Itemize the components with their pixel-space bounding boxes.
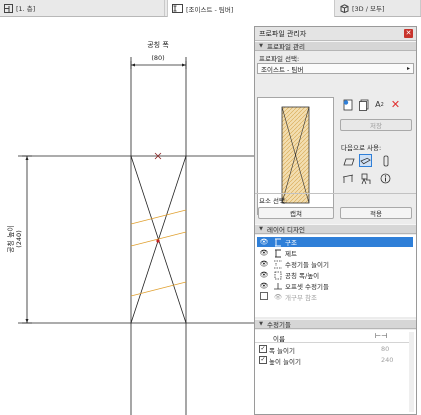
info-icon[interactable] [379,172,392,185]
tab-3d[interactable]: [3D / 모두] [336,0,421,16]
checkbox[interactable]: ✓ [259,356,267,364]
delete-icon[interactable]: ✕ [389,98,402,111]
hatch-line [130,231,187,247]
layer-row-structure[interactable]: 👁 구조 [257,237,413,247]
layer-label: 수정기들 늘이기 [285,261,329,269]
section-header-layer-design[interactable]: ▼ 레이어 디자인 [255,224,416,234]
layer-label: 구조 [285,239,297,247]
stretch-layer-icon [271,260,285,269]
rename-icon[interactable]: A2 [373,98,386,111]
checkbox[interactable]: ✓ [259,345,267,353]
profile-selected-value: 조이스트 - 팀버 [261,65,304,74]
eye-icon[interactable]: 👁 [257,249,271,257]
offset-layer-icon [271,282,285,291]
layer-row-opening-reference[interactable]: 👁 개구부 참조 [257,292,413,302]
section-icon [172,4,183,13]
height-dimension-label: 공칭 높이 [6,225,15,253]
tab-floor-plan[interactable]: [1. 층] [0,0,165,16]
use-with-label: 다음으로 사용: [341,144,382,152]
profile-select-label: 프로파일 선택: [259,55,300,63]
eye-hidden-icon: 👁 [273,293,283,301]
opening-use-icon[interactable] [359,172,372,185]
nominal-size-layer-icon [271,271,285,280]
tab-label: [3D / 모두] [352,5,385,13]
tab-profile-section[interactable]: [조이스트 - 팀버] [167,0,335,17]
layer-label: 개구부 참조 [285,294,317,302]
apply-button[interactable]: 적용 [340,207,412,219]
view-tab-bar: [1. 층] [조이스트 - 팀버] [3D / 모두] [0,0,421,17]
column-name-header: 이름 [273,335,285,343]
checkbox-icon[interactable] [257,292,271,302]
collapse-triangle-icon: ▼ [259,321,263,327]
beam-use-icon[interactable] [359,154,372,167]
save-button[interactable]: 저장 [340,119,412,131]
eye-icon[interactable]: 👁 [257,260,271,268]
profile-manager-panel: 프로파일 관리자 ✕ ▼ 프로파일 관리 프로파일 선택: 조이스트 - 팀버 … [254,26,417,415]
section-header-profile-manage[interactable]: ▼ 프로파일 관리 [255,41,416,51]
floor-plan-icon [4,3,13,13]
wall-use-icon[interactable] [341,154,356,169]
new-profile-icon[interactable] [341,98,354,111]
section-title: 레이어 디자인 [267,226,305,234]
dropdown-arrow-icon: ▸ [406,65,410,72]
layer-label: 공칭 폭/높이 [285,272,320,280]
layer-row-nominal-size[interactable]: 👁 공칭 폭/높이 [257,270,413,280]
center-point [156,239,160,243]
layer-label: 오프셋 수정기들 [285,283,329,291]
collapse-triangle-icon: ▼ [259,43,263,49]
layer-list: 👁 구조 👁 제트 👁 수정기들 늘이기 👁 공칭 폭/높이 👁 오프셋 수정기… [255,235,416,317]
height-dimension-value: (240) [15,230,23,247]
modifier-table: 이름 ⊢⊣ ✓ 폭 늘이기 80 ✓ 높이 늘이기 240 [255,330,416,414]
panel-title-bar[interactable]: 프로파일 관리자 ✕ [255,27,416,41]
modifier-name: 폭 늘이기 [269,347,295,355]
profile-select-dropdown[interactable]: 조이스트 - 팀버 ▸ [257,63,414,74]
duplicate-profile-icon[interactable] [357,98,370,111]
tab-label: [조이스트 - 팀버] [186,5,234,14]
modifier-row[interactable]: ✓ 높이 늘이기 240 [257,355,410,366]
drawing-canvas[interactable]: 공칭 폭 (80) 공칭 높이 (240) [0,17,256,415]
modifier-name: 높이 늘이기 [269,358,301,366]
element-select-label: 요소 선택: [259,197,288,205]
column-use-icon[interactable] [379,154,392,167]
layer-row-stretch-modifiers[interactable]: 👁 수정기들 늘이기 [257,259,413,269]
modifier-value[interactable]: 80 [381,345,389,353]
section-title: 수정기들 [267,321,291,329]
hatch-line [130,281,187,297]
eye-icon[interactable]: 👁 [257,271,271,279]
tab-label: [1. 층] [16,5,36,13]
jet-layer-icon [271,249,285,258]
layer-row-jet[interactable]: 👁 제트 [257,248,413,258]
hatch-line [130,209,187,225]
structure-layer-icon [271,238,285,247]
modifier-row[interactable]: ✓ 폭 늘이기 80 [257,344,410,355]
layer-label: 제트 [285,250,297,258]
modifier-table-header: 이름 ⊢⊣ [255,332,410,343]
section-title: 프로파일 관리 [267,43,305,51]
width-arrow-icon: ⊢⊣ [375,332,388,340]
scrollbar[interactable] [409,332,414,412]
3d-view-icon [340,3,349,13]
eye-icon[interactable]: 👁 [257,282,271,290]
modifier-value[interactable]: 240 [381,356,393,364]
layer-row-offset-modifiers[interactable]: 👁 오프셋 수정기들 [257,281,413,291]
width-dimension-label: 공칭 폭 [147,41,169,49]
width-dimension-value: (80) [151,54,164,62]
divider [255,193,416,194]
capture-button[interactable]: 캡쳐 [258,207,334,219]
collapse-triangle-icon: ▼ [259,226,263,232]
section-header-modifiers[interactable]: ▼ 수정기들 [255,319,416,329]
close-icon[interactable]: ✕ [404,29,413,38]
panel-title: 프로파일 관리자 [259,29,307,38]
railing-use-icon[interactable] [341,172,354,185]
eye-icon[interactable]: 👁 [257,238,271,246]
